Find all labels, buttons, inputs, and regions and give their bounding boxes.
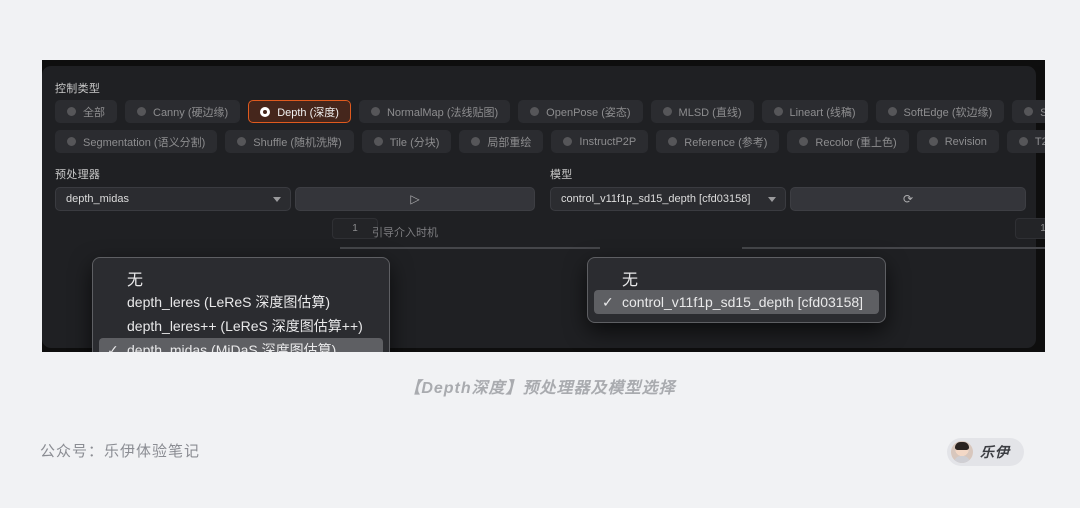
author-badge: 乐伊: [947, 438, 1024, 466]
control-type-chip-r1-2[interactable]: Depth (深度): [248, 100, 351, 123]
chevron-down-icon: [768, 197, 776, 202]
figure-caption: 【Depth深度】预处理器及模型选择: [404, 380, 676, 397]
screenshot-area: 控制类型 全部 Canny (硬边缘) Depth (深度) NormalMap (法…: [42, 60, 1045, 352]
chip-label: Recolor (重上色): [815, 136, 897, 149]
preprocessor-menu-item-0[interactable]: 无: [99, 266, 383, 290]
chip-label: MLSD (直线): [678, 106, 742, 119]
chip-label: SoftEdge (软边缘): [903, 106, 993, 119]
chip-label: OpenPose (姿态): [546, 106, 631, 119]
radio-icon: [530, 107, 540, 116]
chip-label: 局部重绘: [487, 136, 532, 149]
menu-item-label: control_v11f1p_sd15_depth [cfd03158]: [622, 294, 864, 310]
control-type-chip-r2-1[interactable]: Shuffle (随机洗牌): [225, 130, 354, 153]
model-menu-item-1[interactable]: ✓ control_v11f1p_sd15_depth [cfd03158]: [594, 290, 879, 314]
preprocessor-menu-item-2[interactable]: depth_leres++ (LeReS 深度图估算++): [99, 314, 383, 338]
preprocessor-select-value: depth_midas: [66, 193, 129, 205]
control-type-chip-r1-4[interactable]: OpenPose (姿态): [518, 100, 643, 123]
control-type-chip-r1-0[interactable]: 全部: [55, 100, 117, 123]
menu-item-label: depth_leres++ (LeReS 深度图估算++): [127, 318, 363, 334]
model-refresh-button[interactable]: ⟳: [790, 187, 1026, 211]
radio-icon: [67, 107, 76, 116]
chip-label: 全部: [83, 106, 105, 119]
model-select[interactable]: control_v11f1p_sd15_depth [cfd03158]: [550, 187, 786, 211]
chip-label: T2I-Adapter: [1034, 135, 1045, 148]
preprocessor-label: 预处理器: [55, 169, 101, 181]
control-type-chip-r2-8[interactable]: T2I-Adapter: [1006, 130, 1045, 153]
preprocessor-preview-button[interactable]: ▷: [295, 187, 535, 211]
menu-item-label: 无: [127, 272, 144, 289]
control-type-chip-r1-8[interactable]: Scribble/Sketch (涂鸦/草图): [1012, 100, 1045, 123]
control-type-label: 控制类型: [55, 83, 101, 95]
radio-icon: [887, 107, 897, 116]
preprocessor-menu-item-3[interactable]: ✓ depth_midas (MiDaS 深度图估算): [99, 338, 383, 352]
chip-label: InstructP2P: [579, 135, 637, 148]
control-type-chip-r2-5[interactable]: Reference (参考): [656, 130, 780, 153]
model-dropdown-menu[interactable]: 无 ✓ control_v11f1p_sd15_depth [cfd03158]: [587, 257, 886, 323]
radio-icon: [237, 137, 247, 146]
preprocessor-select[interactable]: depth_midas: [55, 187, 291, 211]
preprocessor-menu-item-1[interactable]: depth_leres (LeReS 深度图估算): [99, 290, 383, 314]
control-type-chip-r1-5[interactable]: MLSD (直线): [650, 100, 754, 123]
control-type-chip-r2-6[interactable]: Recolor (重上色): [787, 130, 909, 153]
radio-icon: [668, 137, 678, 146]
radio-icon: [370, 107, 380, 116]
author-badge-label: 乐伊: [980, 444, 1010, 460]
control-type-chip-r1-7[interactable]: SoftEdge (软边缘): [875, 100, 1005, 123]
preprocessor-dropdown-menu[interactable]: 无 depth_leres (LeReS 深度图估算) depth_leres++ …: [92, 257, 390, 352]
chip-label: Scribble/Sketch (涂鸦/草图): [1040, 106, 1045, 119]
radio-icon: [67, 137, 76, 146]
weight-slider[interactable]: [742, 247, 1045, 249]
check-icon: ✓: [107, 341, 119, 353]
chip-label: NormalMap (法线贴图): [386, 106, 499, 119]
chip-label: Canny (硬边缘): [153, 106, 229, 119]
chip-label: Shuffle (随机洗牌): [253, 136, 342, 149]
control-type-chip-r1-6[interactable]: Lineart (线稿): [761, 100, 868, 123]
chip-label: Depth (深度): [277, 106, 339, 119]
radio-icon: [1018, 137, 1028, 146]
menu-item-label: depth_leres (LeReS 深度图估算): [127, 294, 331, 310]
model-menu-item-0[interactable]: 无: [594, 266, 879, 290]
check-icon: ✓: [602, 293, 614, 310]
radio-icon: [799, 137, 809, 146]
model-label: 模型: [550, 169, 573, 181]
radio-icon: [260, 106, 271, 117]
radio-icon: [373, 137, 383, 146]
radio-icon: [1024, 107, 1034, 116]
radio-icon: [662, 107, 672, 116]
radio-icon: [137, 107, 146, 116]
avatar: [951, 441, 973, 463]
play-icon: ▷: [410, 192, 420, 206]
chip-label: Segmentation (语义分割): [83, 136, 206, 149]
control-type-chip-r2-4[interactable]: InstructP2P: [551, 130, 649, 153]
menu-item-label: depth_midas (MiDaS 深度图估算): [127, 342, 337, 352]
radio-icon: [773, 107, 783, 116]
footer-account-text: 公众号：乐伊体验笔记: [40, 443, 201, 460]
menu-item-label: 无: [622, 272, 639, 289]
control-type-chip-r2-2[interactable]: Tile (分块): [361, 130, 452, 153]
chip-label: Revision: [944, 135, 987, 148]
guidance-start-slider[interactable]: [340, 247, 600, 249]
model-select-value: control_v11f1p_sd15_depth [cfd03158]: [561, 193, 751, 205]
control-type-row-1: 全部 Canny (硬边缘) Depth (深度) NormalMap (法线贴图) O…: [55, 100, 1045, 123]
chip-label: Reference (参考): [684, 136, 768, 149]
control-type-chip-r2-0[interactable]: Segmentation (语义分割): [55, 130, 218, 153]
chip-label: Tile (分块): [389, 136, 440, 149]
control-type-row-2: Segmentation (语义分割) Shuffle (随机洗牌) Tile (分…: [55, 130, 1045, 153]
control-type-chip-r1-1[interactable]: Canny (硬边缘): [125, 100, 241, 123]
guidance-start-label: 引导介入时机: [372, 227, 438, 239]
control-type-chip-r1-3[interactable]: NormalMap (法线贴图): [358, 100, 511, 123]
refresh-icon: ⟳: [902, 192, 914, 206]
radio-icon: [471, 137, 481, 146]
control-type-chip-r2-3[interactable]: 局部重绘: [459, 130, 544, 153]
radio-icon: [563, 137, 573, 146]
chevron-down-icon: [273, 197, 281, 202]
radio-icon: [928, 137, 938, 146]
control-type-chip-r2-7[interactable]: Revision: [916, 130, 999, 153]
weight-value[interactable]: 1: [1015, 218, 1045, 239]
chip-label: Lineart (线稿): [789, 106, 856, 119]
